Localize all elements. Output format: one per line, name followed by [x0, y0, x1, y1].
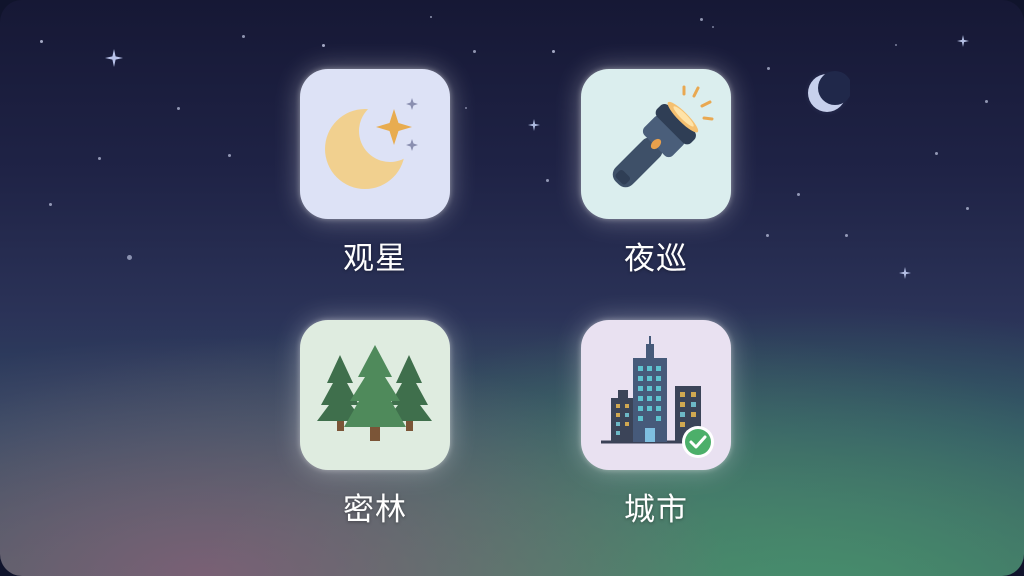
star [322, 44, 325, 47]
star [242, 35, 245, 38]
star [40, 40, 43, 43]
star [127, 255, 132, 260]
star [766, 234, 769, 237]
sparkle-star-icon [528, 119, 540, 131]
app-label: 城市 [624, 492, 688, 528]
star [177, 107, 180, 110]
flashlight-icon [612, 85, 714, 188]
sparkle-star-icon [105, 49, 123, 67]
star [98, 157, 101, 160]
star [845, 234, 848, 237]
star [49, 203, 52, 206]
star [935, 152, 938, 155]
star [797, 193, 800, 196]
sparkle-star-icon [899, 267, 911, 279]
crescent-moon-icon [804, 70, 852, 116]
app-label: 密林 [343, 492, 407, 528]
selected-check-icon [685, 429, 711, 455]
star [552, 50, 555, 53]
app-forest[interactable]: 密林 [300, 320, 450, 529]
app-night-patrol-tile[interactable] [581, 69, 731, 219]
star [430, 16, 432, 18]
app-stargazing-tile[interactable] [300, 69, 450, 219]
app-city-tile[interactable] [581, 320, 731, 470]
sparkle-star-icon [957, 35, 969, 47]
app-forest-tile[interactable] [300, 320, 450, 470]
moon-star-icon [325, 98, 418, 189]
star [700, 18, 703, 21]
app-label: 观星 [343, 241, 407, 277]
star [767, 67, 770, 70]
star [895, 44, 897, 46]
home-screen: 观星 夜巡 密林 城市 [0, 0, 1024, 576]
star [465, 107, 467, 109]
star [473, 50, 476, 53]
app-stargazing[interactable]: 观星 [300, 69, 450, 278]
night-sky-background [0, 0, 1024, 576]
star [228, 154, 231, 157]
star [966, 207, 969, 210]
app-night-patrol[interactable]: 夜巡 [581, 69, 731, 278]
app-label: 夜巡 [624, 241, 688, 277]
pine-trees-icon [317, 345, 432, 441]
star [712, 26, 714, 28]
city-buildings-icon [601, 336, 714, 458]
app-city[interactable]: 城市 [581, 320, 731, 529]
star [985, 100, 988, 103]
star [546, 179, 549, 182]
